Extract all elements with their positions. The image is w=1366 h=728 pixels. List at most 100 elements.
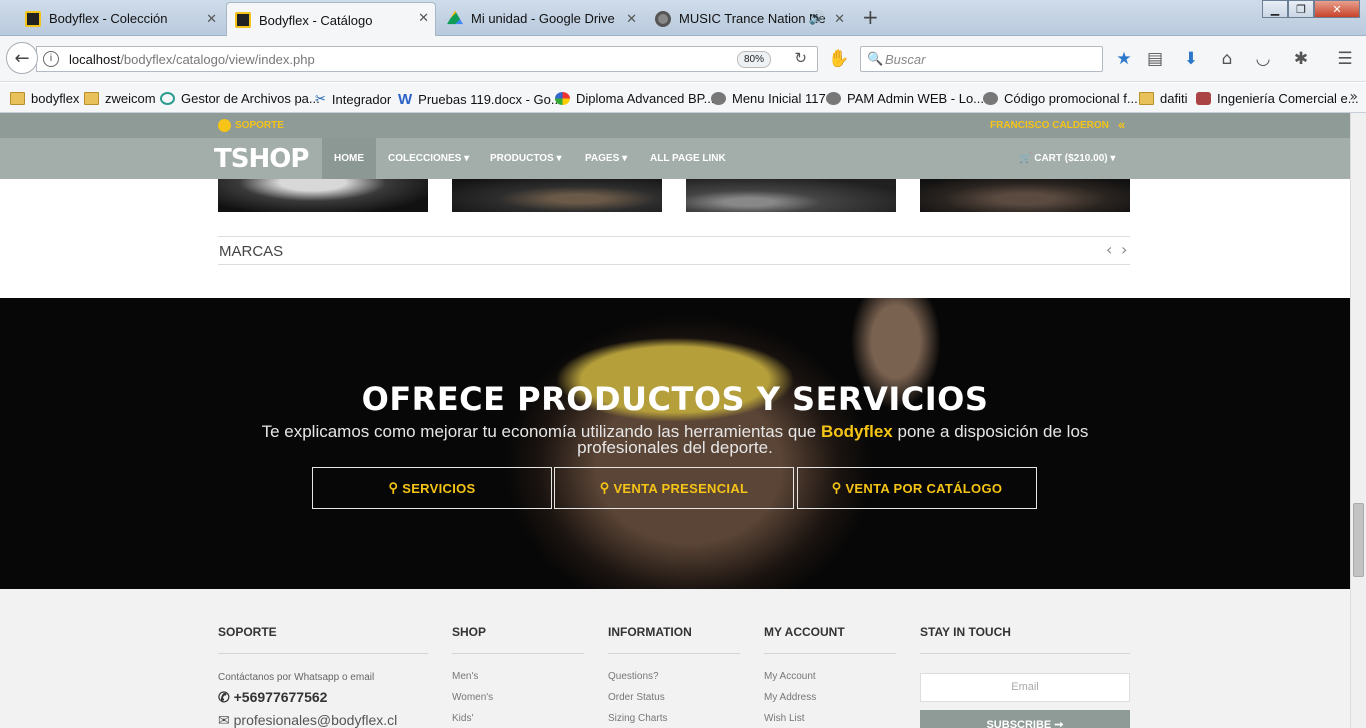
subscribe-button[interactable]: SUBSCRIBE ➞	[920, 710, 1130, 728]
collection-image[interactable]	[218, 179, 428, 212]
tab-bodyflex-coleccion[interactable]: Bodyflex - Colección ✕	[16, 3, 224, 33]
close-tab-icon[interactable]: ✕	[626, 11, 637, 27]
phone-number[interactable]: ✆ +56977677562	[218, 689, 428, 706]
cart-icon: 🛒	[1019, 153, 1032, 164]
word-icon: W	[398, 91, 413, 108]
nav-productos[interactable]: PRODUCTOS ▾	[490, 138, 562, 179]
globe-icon	[711, 92, 726, 105]
collection-image[interactable]	[686, 179, 896, 212]
globe-icon	[983, 92, 998, 105]
bookmark-ingenieria[interactable]: Ingeniería Comercial e...	[1196, 91, 1359, 106]
footer-heading: SOPORTE	[218, 625, 428, 654]
bookmark-pruebas[interactable]: W Pruebas 119.docx - Go...	[398, 91, 562, 108]
search-input[interactable]: 🔍 Buscar	[860, 46, 1103, 72]
maximize-button[interactable]: ❐	[1288, 0, 1314, 18]
close-tab-icon[interactable]: ✕	[834, 11, 845, 27]
reload-icon[interactable]: ↻	[794, 49, 807, 67]
browser-navigation-bar: i localhost/bodyflex/catalogo/view/index…	[0, 36, 1366, 82]
back-button[interactable]: ←	[6, 42, 38, 74]
close-window-button[interactable]: ✕	[1314, 0, 1360, 18]
email-label: profesionales@bodyflex.cl	[233, 712, 398, 728]
footer-link[interactable]: Women's	[452, 692, 584, 713]
footer-heading: STAY IN TOUCH	[920, 625, 1130, 654]
footer-shop: SHOP Men's Women's Kids'	[452, 625, 584, 728]
collection-image[interactable]	[920, 179, 1130, 212]
venta-por-catalogo-button[interactable]: ⚲ VENTA POR CATÁLOGO	[797, 467, 1037, 509]
home-icon[interactable]: ⌂	[1216, 48, 1238, 70]
bookmark-diploma[interactable]: Diploma Advanced BP...	[555, 91, 715, 106]
footer-link[interactable]: Questions?	[608, 671, 740, 692]
envelope-icon: ✉	[218, 712, 230, 728]
footer-link[interactable]: Order Status	[608, 692, 740, 713]
bookmark-label: PAM Admin WEB - Lo...	[847, 91, 985, 106]
url-bar[interactable]: i localhost/bodyflex/catalogo/view/index…	[36, 46, 818, 72]
folder-icon	[10, 92, 25, 105]
page-scrollbar[interactable]	[1350, 113, 1366, 728]
main-navigation: TSHOP HOME COLECCIONES ▾ PRODUCTOS ▾ PAG…	[0, 138, 1350, 179]
bookmark-menu-inicial[interactable]: Menu Inicial 117	[711, 91, 826, 106]
footer-heading: SHOP	[452, 625, 584, 654]
venta-presencial-button[interactable]: ⚲ VENTA PRESENCIAL	[554, 467, 794, 509]
carousel-next-icon[interactable]: ›	[1121, 240, 1127, 259]
hero-title: OFRECE PRODUCTOS Y SERVICIOS	[361, 380, 989, 418]
search-placeholder: Buscar	[885, 51, 926, 67]
hero-brand: Bodyflex	[820, 422, 893, 441]
nav-colecciones[interactable]: COLECCIONES ▾	[388, 138, 469, 179]
footer-link[interactable]: Kids'	[452, 713, 584, 728]
brands-title: MARCAS	[219, 243, 284, 260]
nav-home[interactable]: HOME	[322, 138, 376, 179]
extension-icon[interactable]: ✋	[828, 48, 850, 70]
newsletter-email-input[interactable]: Email	[920, 673, 1130, 702]
pocket-icon[interactable]: ◡	[1252, 48, 1274, 70]
search-icon: 🔍	[867, 51, 884, 66]
hero-text: Te explicamos como mejorar tu economía u…	[245, 422, 1105, 456]
button-label: VENTA POR CATÁLOGO	[845, 480, 1003, 496]
scrollbar-thumb[interactable]	[1353, 503, 1364, 577]
menu-icon[interactable]: ☰	[1334, 48, 1356, 70]
footer-soporte: SOPORTE Contáctanos por Whatsapp o email…	[218, 625, 428, 728]
bookmark-dafiti[interactable]: dafiti	[1139, 91, 1187, 106]
new-tab-button[interactable]: +	[862, 5, 879, 29]
user-name-link[interactable]: FRANCISCO CALDERON	[990, 120, 1109, 131]
tab-bodyflex-catalogo[interactable]: Bodyflex - Catálogo ✕	[226, 2, 436, 37]
bookmark-label: Ingeniería Comercial e...	[1217, 91, 1359, 106]
footer-link[interactable]: Sizing Charts	[608, 713, 740, 728]
collection-image[interactable]	[452, 179, 662, 212]
email-address[interactable]: ✉ profesionales@bodyflex.cl	[218, 712, 428, 728]
addon-icon[interactable]: ✱	[1290, 48, 1312, 70]
bookmark-gestor-archivos[interactable]: Gestor de Archivos pa...	[160, 91, 320, 106]
reading-list-icon[interactable]: ▤	[1144, 48, 1166, 70]
site-info-icon[interactable]: i	[43, 51, 59, 67]
minimize-button[interactable]: ▁	[1262, 0, 1288, 18]
bookmark-zweicom[interactable]: zweicom	[84, 91, 156, 106]
nav-cart[interactable]: 🛒 CART ($210.00) ▾	[1019, 138, 1115, 179]
bookmark-bodyflex[interactable]: bodyflex	[10, 91, 79, 106]
support-link[interactable]: SOPORTE	[218, 119, 284, 132]
servicios-button[interactable]: ⚲ SERVICIOS	[312, 467, 552, 509]
bookmark-star-icon[interactable]: ★	[1113, 48, 1135, 70]
site-logo[interactable]: TSHOP	[214, 144, 309, 174]
footer-link[interactable]: My Account	[764, 671, 896, 692]
double-chevron-left-icon[interactable]: «	[1118, 117, 1125, 132]
footer-link[interactable]: Men's	[452, 671, 584, 692]
button-label: VENTA PRESENCIAL	[613, 480, 749, 496]
bookmarks-overflow-button[interactable]: »	[1349, 89, 1358, 105]
tab-music-trance[interactable]: MUSIC Trance Nation Ne 🔊 ✕	[646, 3, 852, 33]
bookmark-label: Menu Inicial 117	[732, 91, 826, 106]
footer-link[interactable]: My Address	[764, 692, 896, 713]
download-icon[interactable]: ⬇	[1180, 48, 1202, 70]
carousel-prev-icon[interactable]: ‹	[1106, 240, 1112, 259]
footer-link[interactable]: Wish List	[764, 713, 896, 728]
nav-pages[interactable]: PAGES ▾	[585, 138, 627, 179]
speaker-icon[interactable]: 🔊	[809, 10, 825, 26]
circle-icon	[160, 92, 175, 105]
map-pin-icon: ⚲	[831, 480, 846, 495]
tab-google-drive[interactable]: Mi unidad - Google Drive ✕	[438, 3, 644, 33]
bookmark-pam-admin[interactable]: PAM Admin WEB - Lo...	[826, 91, 984, 106]
nav-all-page-link[interactable]: ALL PAGE LINK	[650, 138, 726, 179]
bookmark-codigo-promocional[interactable]: Código promocional f...	[983, 91, 1138, 106]
close-tab-icon[interactable]: ✕	[418, 10, 429, 26]
close-tab-icon[interactable]: ✕	[206, 11, 217, 27]
zoom-indicator[interactable]: 80%	[736, 51, 771, 68]
bookmark-integrador[interactable]: ✂ Integrador	[315, 91, 391, 107]
